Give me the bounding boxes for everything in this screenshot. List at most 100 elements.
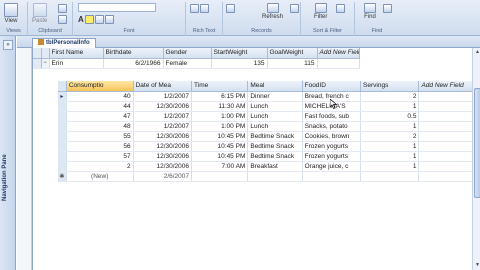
sort-ascending-icon[interactable] <box>336 4 345 13</box>
table-row[interactable]: 55 12/30/2006 10:45 PM Bedtime Snack Cookies… <box>58 131 480 142</box>
cell[interactable]: 11:30 AM <box>191 101 249 112</box>
cell[interactable]: Frozen yogurts <box>302 151 362 162</box>
column-header[interactable]: Meal <box>247 81 303 92</box>
gridlines-icon[interactable] <box>104 15 114 24</box>
cell[interactable]: 6:15 PM <box>191 91 249 102</box>
column-header[interactable]: GoalWeight <box>267 48 318 59</box>
cell[interactable] <box>191 171 249 182</box>
cell[interactable]: Bedtime Snack <box>247 151 303 162</box>
cell[interactable] <box>418 171 480 182</box>
column-header[interactable]: StartWeight <box>211 48 268 59</box>
cell[interactable] <box>418 161 480 172</box>
cell[interactable] <box>418 101 480 112</box>
record-selector[interactable] <box>58 141 67 152</box>
font-color-a-icon[interactable]: A <box>78 15 84 24</box>
cell[interactable]: 1 <box>360 121 420 132</box>
cell[interactable]: 2/6/2007 <box>133 171 193 182</box>
table-row[interactable]: 57 12/30/2006 10:45 PM Bedtime Snack Frozen … <box>58 151 480 162</box>
cell[interactable]: Lunch <box>247 111 303 122</box>
cell[interactable]: 1 <box>360 141 420 152</box>
cell[interactable] <box>418 111 480 122</box>
table-row[interactable]: 44 12/30/2006 11:30 AM Lunch MICHELINA'S 1 <box>58 101 480 112</box>
navigation-pane[interactable]: » Navigation Pane <box>0 36 16 270</box>
cell[interactable]: 1/2/2007 <box>133 91 193 102</box>
scroll-down-arrow-icon[interactable]: ▼ <box>473 261 480 270</box>
align-left-icon[interactable] <box>190 4 199 13</box>
cell[interactable]: Snacks, potato <box>302 121 362 132</box>
record-selector[interactable] <box>58 101 67 112</box>
cell[interactable]: Frozen yogurts <box>302 141 362 152</box>
column-header[interactable]: FoodID <box>302 81 362 92</box>
cell[interactable]: 2 <box>66 161 134 172</box>
cell[interactable] <box>418 121 480 132</box>
cell[interactable]: 47 <box>66 111 134 122</box>
cell[interactable]: 1 <box>360 101 420 112</box>
cell[interactable]: 1 <box>360 151 420 162</box>
cell[interactable]: Orange juice, c <box>302 161 362 172</box>
cell[interactable]: 0.5 <box>360 111 420 122</box>
record-selector[interactable] <box>33 58 42 69</box>
cut-button[interactable] <box>58 4 67 13</box>
scroll-up-arrow-icon[interactable]: ▲ <box>473 48 480 57</box>
record-selector[interactable] <box>58 161 67 172</box>
paste-button[interactable]: Paste <box>32 3 47 24</box>
table-row[interactable]: 47 1/2/2007 1:00 PM Lunch Fast foods, sub 0.5 <box>58 111 480 122</box>
scrollbar-thumb[interactable] <box>474 88 480 198</box>
tab-tblpersonalinfo[interactable]: tblPersonalInfo <box>32 38 96 48</box>
cell[interactable]: 12/30/2006 <box>133 141 193 152</box>
cell[interactable] <box>317 58 360 69</box>
cell[interactable]: 1/2/2007 <box>133 111 193 122</box>
cell[interactable]: (New) <box>66 171 134 182</box>
cell[interactable]: Breakfast <box>247 161 303 172</box>
cell[interactable]: Bedtime Snack <box>247 141 303 152</box>
add-new-field-header[interactable]: Add New Field <box>418 81 480 92</box>
record-selector[interactable] <box>58 151 67 162</box>
cell[interactable]: 135 <box>211 58 268 69</box>
cell[interactable]: Fast foods, sub <box>302 111 362 122</box>
cell[interactable]: 56 <box>66 141 134 152</box>
find-button[interactable]: Find <box>364 3 376 20</box>
cell[interactable]: Female <box>163 58 212 69</box>
highlight-icon[interactable] <box>84 15 94 24</box>
column-header[interactable]: Gender <box>163 48 212 59</box>
column-header[interactable]: Time <box>191 81 249 92</box>
cell[interactable]: 10:45 PM <box>191 141 249 152</box>
cell[interactable]: 44 <box>66 101 134 112</box>
cell[interactable] <box>360 171 420 182</box>
refresh-button[interactable]: Refresh <box>262 3 283 20</box>
cell[interactable]: 1:00 PM <box>191 111 249 122</box>
cell[interactable]: 10:45 PM <box>191 131 249 142</box>
cell[interactable]: 6/2/1966 <box>103 58 164 69</box>
cell[interactable]: 7:00 AM <box>191 161 249 172</box>
cell[interactable]: 40 <box>66 91 134 102</box>
record-selector[interactable]: ▸ <box>58 91 67 102</box>
cell[interactable]: 55 <box>66 131 134 142</box>
font-name-box[interactable] <box>78 3 156 12</box>
table-row[interactable]: ▸ 40 1/2/2007 6:15 PM Dinner Bread, french c2 <box>58 91 480 102</box>
column-header[interactable]: Consumptio <box>66 81 134 92</box>
cell[interactable]: Lunch <box>247 101 303 112</box>
record-selector[interactable] <box>58 111 67 122</box>
column-header[interactable]: Servings <box>360 81 420 92</box>
cell[interactable]: Erin <box>49 58 104 69</box>
table-row[interactable]: 2 12/30/2006 7:00 AM Breakfast Orange juice,… <box>58 161 480 172</box>
table-row[interactable]: 48 1/2/2007 1:00 PM Lunch Snacks, potato 1 <box>58 121 480 132</box>
cell[interactable]: 2 <box>360 131 420 142</box>
cell[interactable]: 1 <box>360 161 420 172</box>
column-header[interactable]: Birthdate <box>103 48 164 59</box>
replace-button[interactable] <box>383 4 392 13</box>
new-record-button[interactable] <box>226 4 235 13</box>
add-new-field-header[interactable]: Add New Field <box>317 48 360 59</box>
cell[interactable]: 57 <box>66 151 134 162</box>
table-row[interactable]: 56 12/30/2006 10:45 PM Bedtime Snack Frozen … <box>58 141 480 152</box>
select-all-corner[interactable] <box>58 81 67 92</box>
expand-nav-pane-button[interactable]: » <box>3 40 13 50</box>
cell[interactable]: 115 <box>267 58 318 69</box>
cell[interactable]: 48 <box>66 121 134 132</box>
vertical-scrollbar[interactable]: ▲ ▼ <box>472 48 480 270</box>
align-buttons[interactable] <box>190 4 209 13</box>
cell[interactable]: Cookies, brown <box>302 131 362 142</box>
table-row[interactable]: − Erin 6/2/1966 Female 135 115 <box>33 58 360 69</box>
filter-button[interactable]: Filter <box>314 3 327 20</box>
record-selector[interactable] <box>58 121 67 132</box>
